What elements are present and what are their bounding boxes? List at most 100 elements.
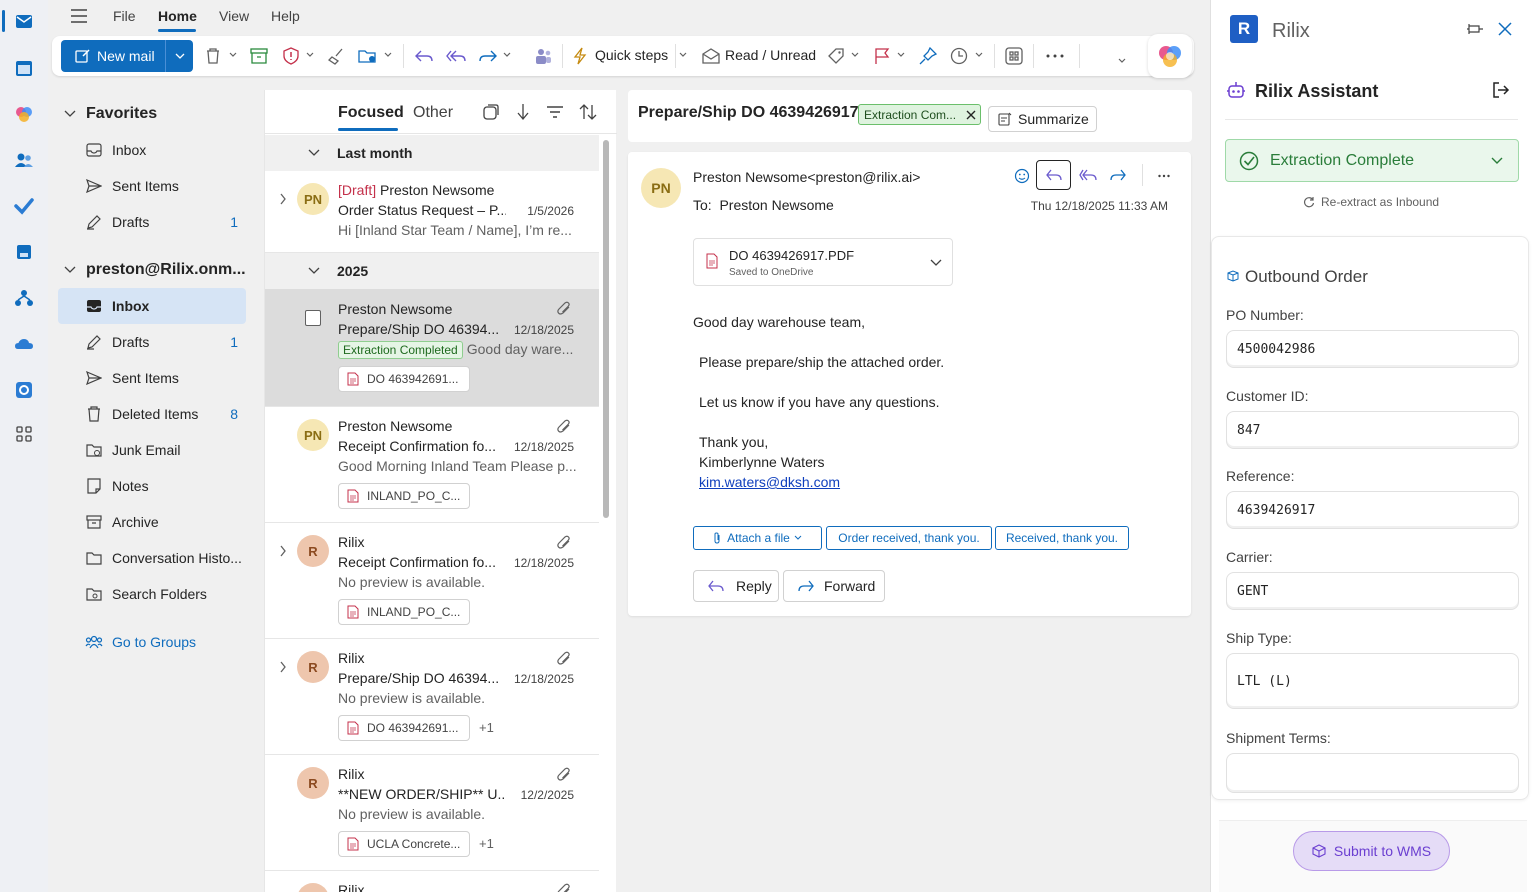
attachment-chip[interactable]: DO 463942691... [338, 366, 470, 392]
folder-inbox[interactable]: Inbox [58, 288, 246, 324]
list-item[interactable]: R Rilix Prepare/Ship DO 46394... 12/18/2… [265, 639, 599, 755]
attachment-chip[interactable]: INLAND_PO_C... [338, 483, 470, 509]
carrier-field[interactable]: GENT [1226, 572, 1519, 610]
mail-app-icon[interactable] [10, 7, 38, 35]
addin-app-icon[interactable] [10, 376, 38, 404]
attachment-card[interactable]: DO 4639426917.PDF Saved to OneDrive [693, 238, 953, 286]
list-item[interactable]: R Rilix Receipt Confirmation fo... 12/18… [265, 523, 599, 639]
folder-drafts[interactable]: Drafts 1 [58, 324, 246, 360]
pin-icon[interactable] [918, 46, 938, 66]
menu-view[interactable]: View [219, 8, 249, 24]
reply-button[interactable]: Reply [693, 570, 779, 602]
menu-help[interactable]: Help [271, 8, 300, 24]
fav-sent-items[interactable]: Sent Items [58, 168, 246, 204]
sign-out-icon[interactable] [1492, 82, 1510, 98]
from-address[interactable]: Preston Newsome<preston@rilix.ai> [693, 169, 920, 185]
hamburger-icon[interactable] [70, 8, 88, 24]
org-app-icon[interactable] [10, 284, 38, 312]
chevron-right-icon[interactable] [279, 661, 287, 673]
suggested-reply-1[interactable]: Order received, thank you. [826, 526, 992, 550]
list-item[interactable]: PN Preston Newsome Receipt Confirmation … [265, 407, 599, 523]
ship-type-field[interactable]: LTL (L) [1226, 653, 1519, 709]
sweep-icon[interactable] [327, 46, 347, 66]
order-form-scroll-area[interactable]: Outbound Order PO Number: 4500042986 Cus… [1211, 236, 1529, 800]
reply-icon-button[interactable] [1036, 160, 1071, 190]
email-link[interactable]: kim.waters@dksh.com [699, 474, 840, 490]
list-item[interactable]: Rilix [265, 871, 599, 892]
fav-drafts[interactable]: Drafts 1 [58, 204, 246, 240]
close-icon[interactable] [1498, 22, 1512, 36]
menu-file[interactable]: File [113, 8, 136, 24]
list-scrollbar[interactable] [603, 140, 609, 518]
folder-conversation-history[interactable]: Conversation Histo... [58, 540, 246, 576]
teams-icon[interactable] [533, 46, 553, 66]
account-header[interactable]: preston@Rilix.onm... [64, 261, 246, 279]
filter-icon[interactable] [546, 105, 564, 119]
customer-id-field[interactable]: 847 [1226, 411, 1519, 449]
notes-app-icon[interactable] [10, 238, 38, 266]
quick-steps-button[interactable]: Quick steps [595, 47, 668, 63]
sort-icon[interactable] [579, 103, 597, 121]
calendar-app-icon[interactable] [10, 54, 38, 82]
list-item[interactable]: Preston Newsome Prepare/Ship DO 46394...… [265, 289, 599, 407]
chevron-right-icon[interactable] [279, 193, 287, 205]
folder-sent-items[interactable]: Sent Items [58, 360, 246, 396]
select-checkbox[interactable] [305, 310, 321, 326]
po-number-field[interactable]: 4500042986 [1226, 330, 1519, 368]
to-recipient[interactable]: Preston Newsome [719, 197, 833, 213]
emoji-icon[interactable] [1014, 168, 1030, 184]
delete-icon[interactable] [203, 46, 223, 66]
onedrive-app-icon[interactable] [10, 330, 38, 358]
ribbon-expand-icon[interactable] [1117, 56, 1127, 66]
summarize-button[interactable]: Summarize [988, 106, 1097, 132]
list-item[interactable]: R Rilix **NEW ORDER/SHIP** U... 12/2/202… [265, 755, 599, 871]
more-apps-icon[interactable] [10, 420, 38, 448]
attach-file-suggestion[interactable]: Attach a file [693, 526, 822, 550]
extraction-status-banner[interactable]: Extraction Complete [1225, 139, 1519, 182]
tab-other[interactable]: Other [413, 104, 453, 122]
chevron-down-icon[interactable] [175, 52, 185, 60]
chevron-down-icon[interactable] [930, 259, 942, 267]
folder-notes[interactable]: Notes [58, 468, 246, 504]
attachment-chip[interactable]: DO 463942691... [338, 715, 470, 741]
copilot-button[interactable] [1148, 34, 1192, 78]
chevron-right-icon[interactable] [279, 545, 287, 557]
forward-button[interactable]: Forward [783, 570, 885, 602]
jump-to-icon[interactable] [516, 103, 530, 121]
group-header-last-month[interactable]: Last month [265, 135, 599, 171]
snooze-clock-icon[interactable] [949, 46, 969, 66]
forward-icon[interactable] [478, 46, 498, 66]
go-to-groups-link[interactable]: Go to Groups [58, 624, 246, 660]
attachment-chip[interactable]: UCLA Concrete... [338, 831, 470, 857]
folder-junk-email[interactable]: Junk Email [58, 432, 246, 468]
more-attachments-count[interactable]: +1 [479, 720, 494, 735]
menu-home[interactable]: Home [158, 8, 197, 24]
close-icon[interactable] [966, 110, 976, 120]
shipment-terms-field[interactable] [1226, 753, 1519, 793]
more-attachments-count[interactable]: +1 [479, 836, 494, 851]
folder-deleted-items[interactable]: Deleted Items 8 [58, 396, 246, 432]
reply-all-icon[interactable] [446, 46, 466, 66]
folder-search-folders[interactable]: Search Folders [58, 576, 246, 612]
copilot-app-icon[interactable] [10, 100, 38, 128]
group-header-2025[interactable]: 2025 [265, 253, 599, 289]
more-options-icon[interactable] [1045, 46, 1065, 66]
pin-icon[interactable] [1466, 22, 1484, 36]
flag-icon[interactable] [872, 46, 892, 66]
fav-inbox[interactable]: Inbox [58, 132, 246, 168]
more-actions-icon[interactable] [1158, 174, 1170, 178]
archive-icon[interactable] [249, 46, 269, 66]
tag-icon[interactable] [826, 46, 846, 66]
new-mail-button[interactable]: New mail [61, 40, 193, 72]
forward-icon[interactable] [1110, 169, 1126, 181]
tab-focused[interactable]: Focused [338, 104, 404, 122]
list-item[interactable]: PN [Draft] Preston Newsome Order Status … [265, 171, 599, 253]
move-to-icon[interactable] [358, 46, 378, 66]
folder-archive[interactable]: Archive [58, 504, 246, 540]
people-app-icon[interactable] [10, 146, 38, 174]
re-extract-link[interactable]: Re-extract as Inbound [1303, 195, 1439, 209]
reference-field[interactable]: 4639426917 [1226, 491, 1519, 529]
suggested-reply-2[interactable]: Received, thank you. [995, 526, 1129, 550]
read-unread-button[interactable]: Read / Unread [725, 47, 816, 63]
todo-app-icon[interactable] [10, 192, 38, 220]
